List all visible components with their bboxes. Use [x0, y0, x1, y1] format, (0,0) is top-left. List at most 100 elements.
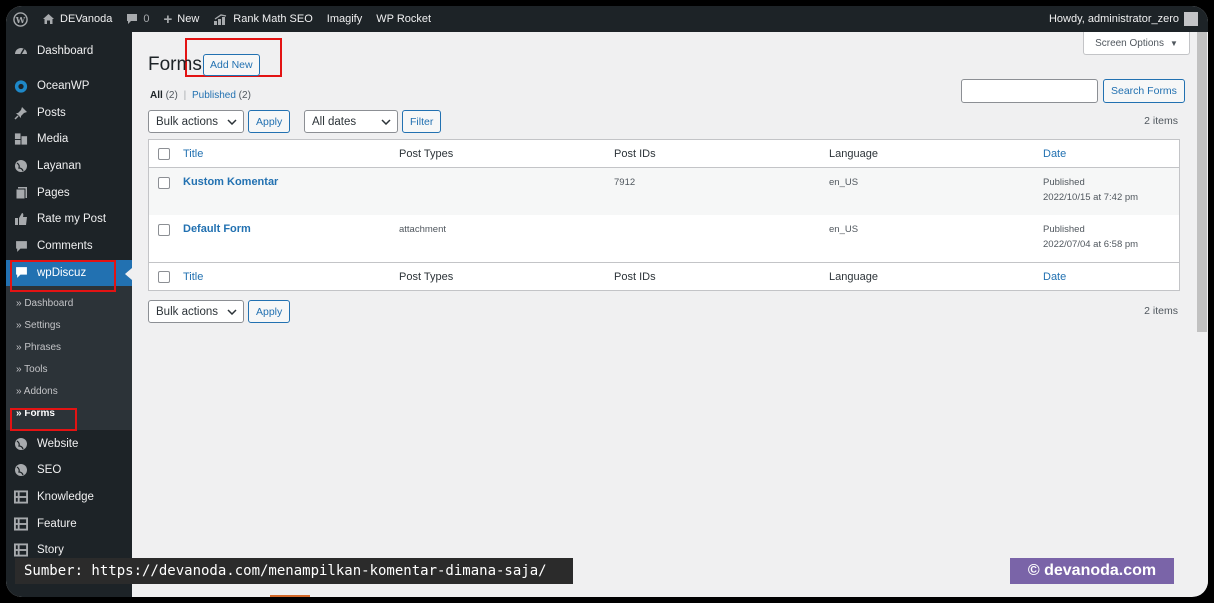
bulk-actions-value: Bulk actions	[156, 305, 219, 318]
submenu-item-phrases[interactable]: » Phrases	[6, 336, 132, 358]
imagify-link[interactable]: Imagify	[320, 6, 369, 32]
sidebar-item-dashboard[interactable]: Dashboard	[6, 38, 132, 65]
column-post-types-header: Post Types	[399, 147, 454, 160]
date-filter-select[interactable]: All dates	[304, 110, 398, 133]
column-post-types-footer: Post Types	[399, 270, 454, 283]
my-account-link[interactable]: Howdy, administrator_zero	[1049, 12, 1208, 26]
column-language-footer: Language	[829, 270, 878, 283]
column-post-ids-footer: Post IDs	[614, 270, 656, 283]
imagify-label: Imagify	[326, 13, 363, 25]
date-filter-value: All dates	[312, 115, 357, 128]
sidebar-item-feature[interactable]: Feature	[6, 510, 132, 537]
bottom-accent-strip	[270, 595, 310, 597]
row-title-link[interactable]: Default Form	[183, 223, 251, 235]
sidebar-item-oceanwp[interactable]: OceanWP	[6, 73, 132, 100]
wpdiscuz-submenu: » Dashboard » Settings » Phrases » Tools…	[6, 286, 132, 431]
comment-icon	[14, 266, 28, 280]
row-checkbox[interactable]	[158, 177, 170, 189]
wp-rocket-link[interactable]: WP Rocket	[369, 6, 438, 32]
sidebar-item-media[interactable]: Media	[6, 126, 132, 153]
rank-math-label: Rank Math SEO	[233, 13, 313, 25]
bulk-actions-select-bottom[interactable]: Bulk actions	[148, 300, 244, 323]
svg-text:W: W	[15, 14, 26, 24]
avatar	[1184, 12, 1198, 26]
chevron-down-icon	[227, 306, 237, 318]
dashboard-icon	[14, 44, 28, 58]
column-date-header[interactable]: Date	[1043, 148, 1066, 160]
select-all-checkbox[interactable]	[158, 148, 170, 160]
page-scrollbar[interactable]	[1196, 32, 1208, 597]
column-date-footer[interactable]: Date	[1043, 271, 1066, 283]
screen-options-button[interactable]: Screen Options ▼	[1083, 32, 1190, 55]
apply-button-top[interactable]: Apply	[248, 110, 291, 133]
sidebar-item-label: Pages	[37, 186, 70, 199]
layout-icon	[14, 490, 28, 504]
row-title-link[interactable]: Kustom Komentar	[183, 176, 278, 188]
sidebar-item-comments[interactable]: Comments	[6, 233, 132, 260]
bulk-actions-select-top[interactable]: Bulk actions	[148, 110, 244, 133]
items-count-top: 2 items	[1144, 115, 1178, 127]
scrollbar-thumb[interactable]	[1197, 32, 1207, 332]
site-name: DEVanoda	[60, 13, 113, 25]
sidebar-item-label: SEO	[37, 464, 62, 477]
sidebar-item-wpdiscuz[interactable]: wpDiscuz	[6, 259, 132, 287]
comments-link[interactable]: 0	[119, 6, 156, 32]
page-title: Forms	[148, 54, 202, 75]
rank-math-link[interactable]: Rank Math SEO	[206, 6, 319, 32]
row-post-ids: 7912	[614, 177, 636, 188]
items-count-bottom: 2 items	[1144, 305, 1178, 317]
submenu-item-settings[interactable]: » Settings	[6, 314, 132, 336]
layout-icon	[14, 517, 28, 531]
wp-rocket-label: WP Rocket	[376, 13, 432, 25]
comment-icon	[14, 239, 28, 253]
row-date-status: Published	[1043, 224, 1085, 235]
row-date-value: 2022/10/15 at 7:42 pm	[1043, 192, 1139, 203]
sidebar-item-rate-my-post[interactable]: Rate my Post	[6, 206, 132, 233]
column-language-header: Language	[829, 147, 878, 160]
sidebar-item-label: Layanan	[37, 160, 82, 173]
screen-options-label: Screen Options	[1095, 37, 1164, 49]
sidebar-item-label: OceanWP	[37, 80, 90, 93]
status-filter-links: All (2) | Published (2)	[150, 90, 251, 101]
sidebar-item-layanan[interactable]: Layanan	[6, 153, 132, 180]
sidebar-item-label: Rate my Post	[37, 213, 107, 226]
sidebar-item-seo[interactable]: SEO	[6, 457, 132, 484]
submenu-item-forms[interactable]: » Forms	[6, 402, 132, 424]
column-title-header[interactable]: Title	[183, 148, 203, 160]
search-input[interactable]	[961, 79, 1098, 103]
submenu-item-dashboard[interactable]: » Dashboard	[6, 292, 132, 314]
sidebar-item-posts[interactable]: Posts	[6, 99, 132, 126]
brand-watermark: © devanoda.com	[1010, 558, 1174, 584]
globe-icon	[14, 463, 28, 477]
wordpress-logo-button[interactable]: W	[6, 6, 35, 32]
search-forms-button[interactable]: Search Forms	[1103, 79, 1185, 103]
row-checkbox[interactable]	[158, 224, 170, 236]
site-name-link[interactable]: DEVanoda	[35, 6, 119, 32]
sidebar-item-pages[interactable]: Pages	[6, 179, 132, 206]
sidebar-item-label: wpDiscuz	[37, 266, 87, 279]
caret-down-icon: ▼	[1170, 38, 1178, 48]
column-title-footer[interactable]: Title	[183, 271, 203, 283]
table-row: Default Form attachment en_US Published …	[149, 215, 1179, 262]
comment-icon	[126, 13, 138, 25]
comments-count: 0	[143, 13, 150, 25]
new-content-link[interactable]: + New	[157, 6, 207, 32]
sidebar-item-website[interactable]: Website	[6, 430, 132, 457]
submenu-item-tools[interactable]: » Tools	[6, 358, 132, 380]
home-icon	[42, 13, 55, 25]
submenu-item-addons[interactable]: » Addons	[6, 380, 132, 402]
filter-published-link[interactable]: Published	[192, 90, 236, 101]
wordpress-icon: W	[13, 11, 28, 27]
row-language: en_US	[829, 177, 859, 188]
admin-sidebar: Dashboard OceanWP Posts Media Layanan Pa…	[6, 32, 132, 597]
sidebar-item-label: Website	[37, 437, 79, 450]
column-post-ids-header: Post IDs	[614, 147, 656, 160]
sidebar-item-label: Knowledge	[37, 490, 94, 503]
filter-button[interactable]: Filter	[402, 110, 442, 133]
sidebar-item-knowledge[interactable]: Knowledge	[6, 484, 132, 511]
filter-all-link[interactable]: All	[150, 90, 163, 101]
apply-button-bottom[interactable]: Apply	[248, 300, 291, 323]
select-all-checkbox-footer[interactable]	[158, 271, 170, 283]
filter-separator: |	[183, 90, 187, 101]
add-new-button[interactable]: Add New	[203, 54, 260, 76]
